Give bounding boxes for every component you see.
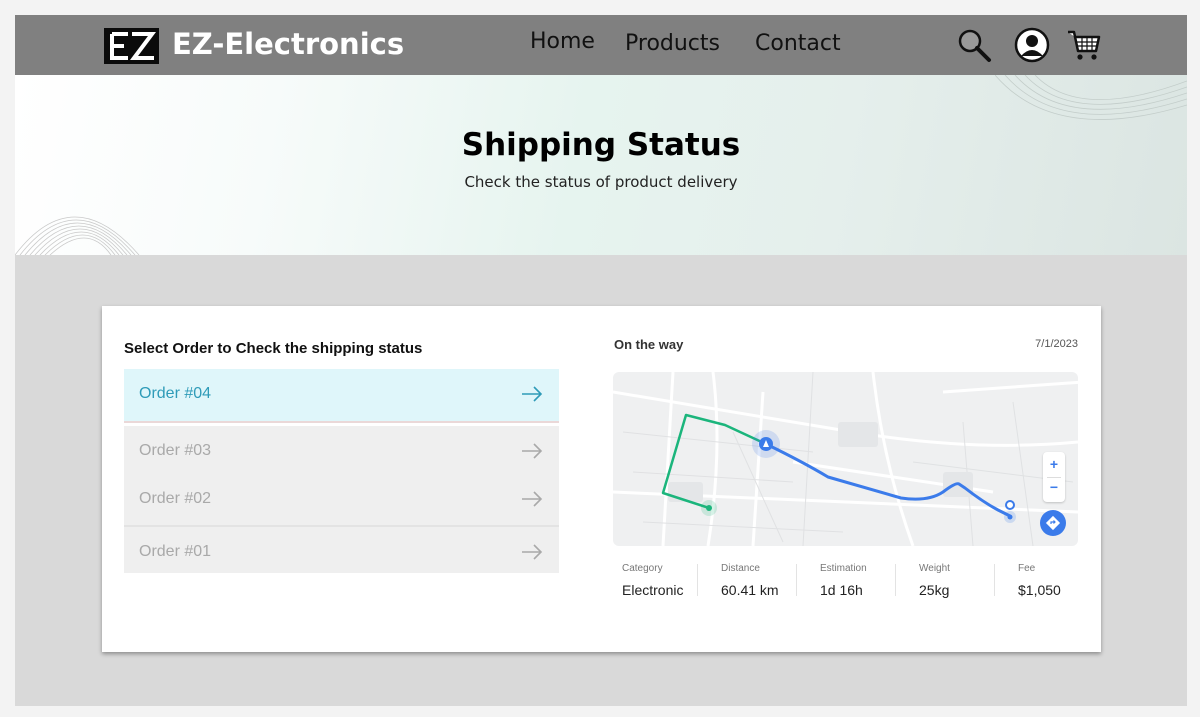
brand-name[interactable]: EZ-Electronics [172,27,404,61]
stat-value: Electronic [622,582,684,598]
hero-banner: Shipping Status Check the status of prod… [15,75,1187,255]
stat-divider [895,564,896,596]
stat-label: Weight [919,563,950,574]
order-label: Order #01 [139,543,212,560]
wave-decoration-right [995,75,1187,120]
stat-divider [994,564,995,596]
order-item-02[interactable]: Order #02 [124,474,559,527]
order-label: Order #03 [139,442,212,459]
cart-icon[interactable] [1066,27,1102,68]
stat-label: Estimation [820,563,867,574]
brand-logo[interactable] [104,28,159,64]
nav-home-link[interactable]: Home [530,29,595,54]
zoom-divider [1047,477,1061,478]
stat-divider [796,564,797,596]
search-icon[interactable] [956,27,992,68]
order-item-04[interactable]: Order #04 [124,369,559,423]
stat-value: 1d 16h [820,582,863,598]
arrow-right-icon [522,443,543,459]
stat-label: Category [622,563,663,574]
page-frame: EZ-Electronics Home Products Contact Shi… [15,15,1187,706]
top-navbar: EZ-Electronics Home Products Contact [15,15,1187,75]
order-label: Order #02 [139,490,212,507]
stat-estimation: Estimation 1d 16h [820,563,910,598]
stat-label: Distance [721,563,760,574]
order-item-03[interactable]: Order #03 [124,426,559,476]
stat-divider [697,564,698,596]
stat-value: 25kg [919,582,950,598]
arrow-right-icon [522,544,543,560]
stat-value: $1,050 [1018,582,1061,598]
nav-contact-link[interactable]: Contact [755,31,841,56]
map-zoom-control: + − [1043,452,1065,502]
stat-label: Fee [1018,563,1036,574]
order-label: Order #04 [139,385,212,402]
page-subtitle: Check the status of product delivery [464,173,738,191]
arrow-right-icon [522,491,543,507]
zoom-out-button[interactable]: − [1043,479,1065,495]
zoom-in-button[interactable]: + [1043,456,1065,472]
map-canvas [613,372,1078,546]
stat-weight: Weight 25kg [919,563,1009,598]
ez-logo-icon [110,32,156,60]
shipping-status-card: Select Order to Check the shipping statu… [102,306,1101,652]
order-select-label: Select Order to Check the shipping statu… [124,340,423,357]
page-title: Shipping Status [461,127,741,163]
stat-category: Category Electronic [622,563,712,598]
directions-icon [1045,515,1061,531]
nav-products-link[interactable]: Products [625,31,720,56]
route-map[interactable]: + − [613,372,1078,546]
shipping-status-title: On the way [614,337,684,352]
user-account-icon[interactable] [1014,27,1050,68]
stat-distance: Distance 60.41 km [721,563,811,598]
stat-fee: Fee $1,050 [1018,563,1108,598]
stat-value: 60.41 km [721,582,779,598]
arrow-right-icon [522,386,543,402]
order-item-01[interactable]: Order #01 [124,527,559,573]
directions-button[interactable] [1040,510,1066,536]
shipping-date: 7/1/2023 [1035,338,1078,350]
